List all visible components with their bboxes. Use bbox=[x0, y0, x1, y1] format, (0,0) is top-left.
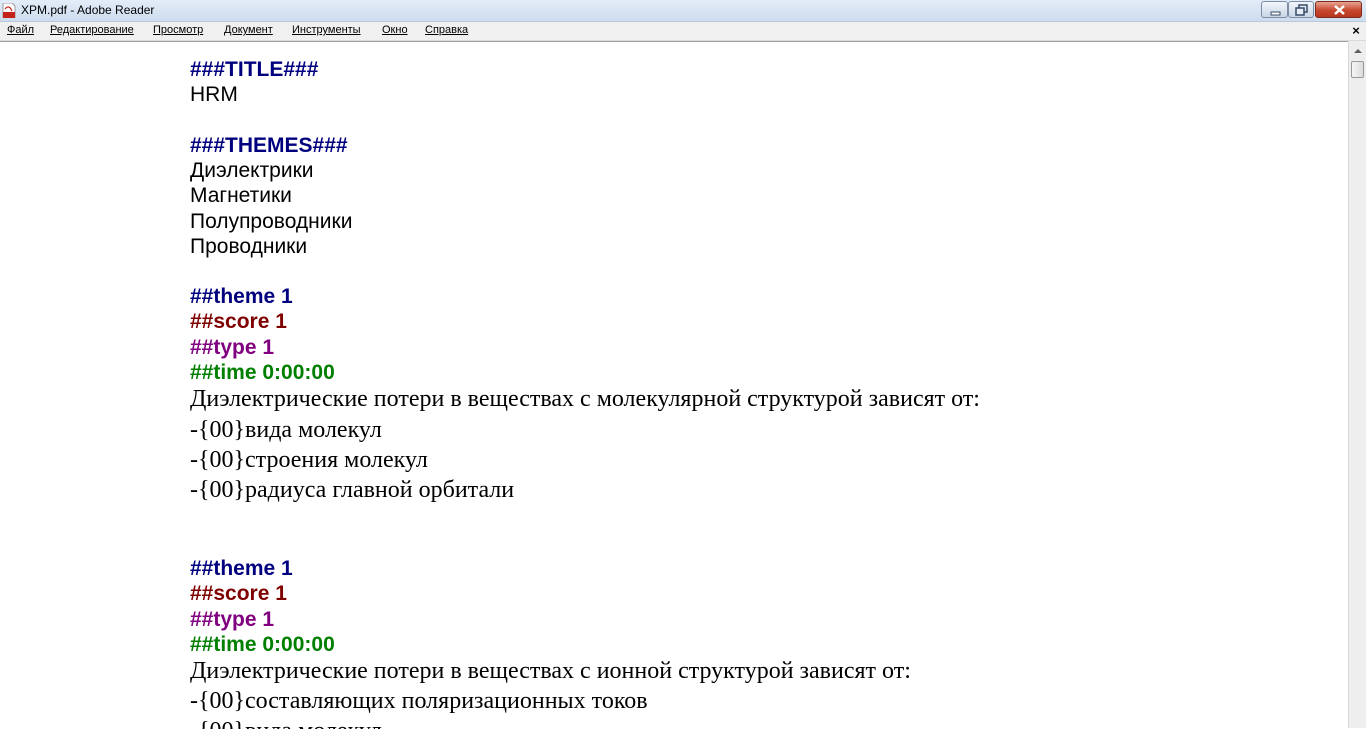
theme-item: Диэлектрики bbox=[190, 159, 314, 182]
theme-item: Полупроводники bbox=[190, 210, 353, 233]
document-view[interactable]: ###TITLE### HRM ###THEMES### Диэлектрики… bbox=[0, 41, 1348, 729]
answer-option: -{00}вида молекул bbox=[190, 718, 382, 729]
menu-file[interactable]: Файл bbox=[7, 24, 34, 36]
question-time: ##time 0:00:00 bbox=[190, 633, 335, 656]
question-score: ##score 1 bbox=[190, 582, 287, 605]
theme-item: Проводники bbox=[190, 235, 308, 258]
title-bar: XPM.pdf - Adobe Reader bbox=[0, 0, 1366, 22]
close-button[interactable] bbox=[1315, 1, 1362, 18]
theme-item: Магнетики bbox=[190, 184, 292, 207]
menu-window[interactable]: Окно bbox=[382, 24, 408, 36]
question-time: ##time 0:00:00 bbox=[190, 361, 335, 384]
answer-option: -{00}радиуса главной орбитали bbox=[190, 477, 515, 503]
restore-icon bbox=[1295, 4, 1308, 16]
question-theme: ##theme 1 bbox=[190, 285, 293, 308]
themes-heading: ###THEMES### bbox=[190, 134, 348, 157]
question-score: ##score 1 bbox=[190, 310, 287, 333]
scroll-thumb[interactable] bbox=[1351, 61, 1364, 78]
question-type: ##type 1 bbox=[190, 336, 275, 359]
restore-button[interactable] bbox=[1288, 1, 1314, 18]
menu-help[interactable]: Справка bbox=[425, 24, 468, 36]
title-heading: ###TITLE### bbox=[190, 58, 319, 81]
question-text: Диэлектрические потери в веществах с мол… bbox=[190, 386, 980, 412]
menu-document[interactable]: Документ bbox=[224, 24, 273, 36]
question-text: Диэлектрические потери в веществах с ион… bbox=[190, 658, 911, 684]
answer-option: -{00}строения молекул bbox=[190, 447, 428, 473]
menu-tools[interactable]: Инструменты bbox=[292, 24, 361, 36]
title-value: HRM bbox=[190, 83, 238, 106]
vertical-scrollbar[interactable] bbox=[1348, 41, 1366, 728]
menu-edit[interactable]: Редактирование bbox=[50, 24, 134, 36]
pdf-icon bbox=[2, 3, 16, 18]
question-theme: ##theme 1 bbox=[190, 557, 293, 580]
close-icon bbox=[1334, 5, 1345, 15]
menu-view[interactable]: Просмотр bbox=[153, 24, 203, 36]
answer-option: -{00}вида молекул bbox=[190, 417, 382, 443]
minimize-button[interactable] bbox=[1261, 1, 1288, 18]
menu-bar: Файл Редактирование Просмотр Документ Ин… bbox=[0, 22, 1366, 41]
close-document-icon[interactable]: × bbox=[1349, 22, 1363, 40]
question-type: ##type 1 bbox=[190, 608, 275, 631]
answer-option: -{00}составляющих поляризационных токов bbox=[190, 688, 648, 714]
window-title: XPM.pdf - Adobe Reader bbox=[21, 3, 155, 17]
scroll-up-icon[interactable] bbox=[1351, 45, 1365, 57]
minimize-icon bbox=[1270, 11, 1281, 16]
